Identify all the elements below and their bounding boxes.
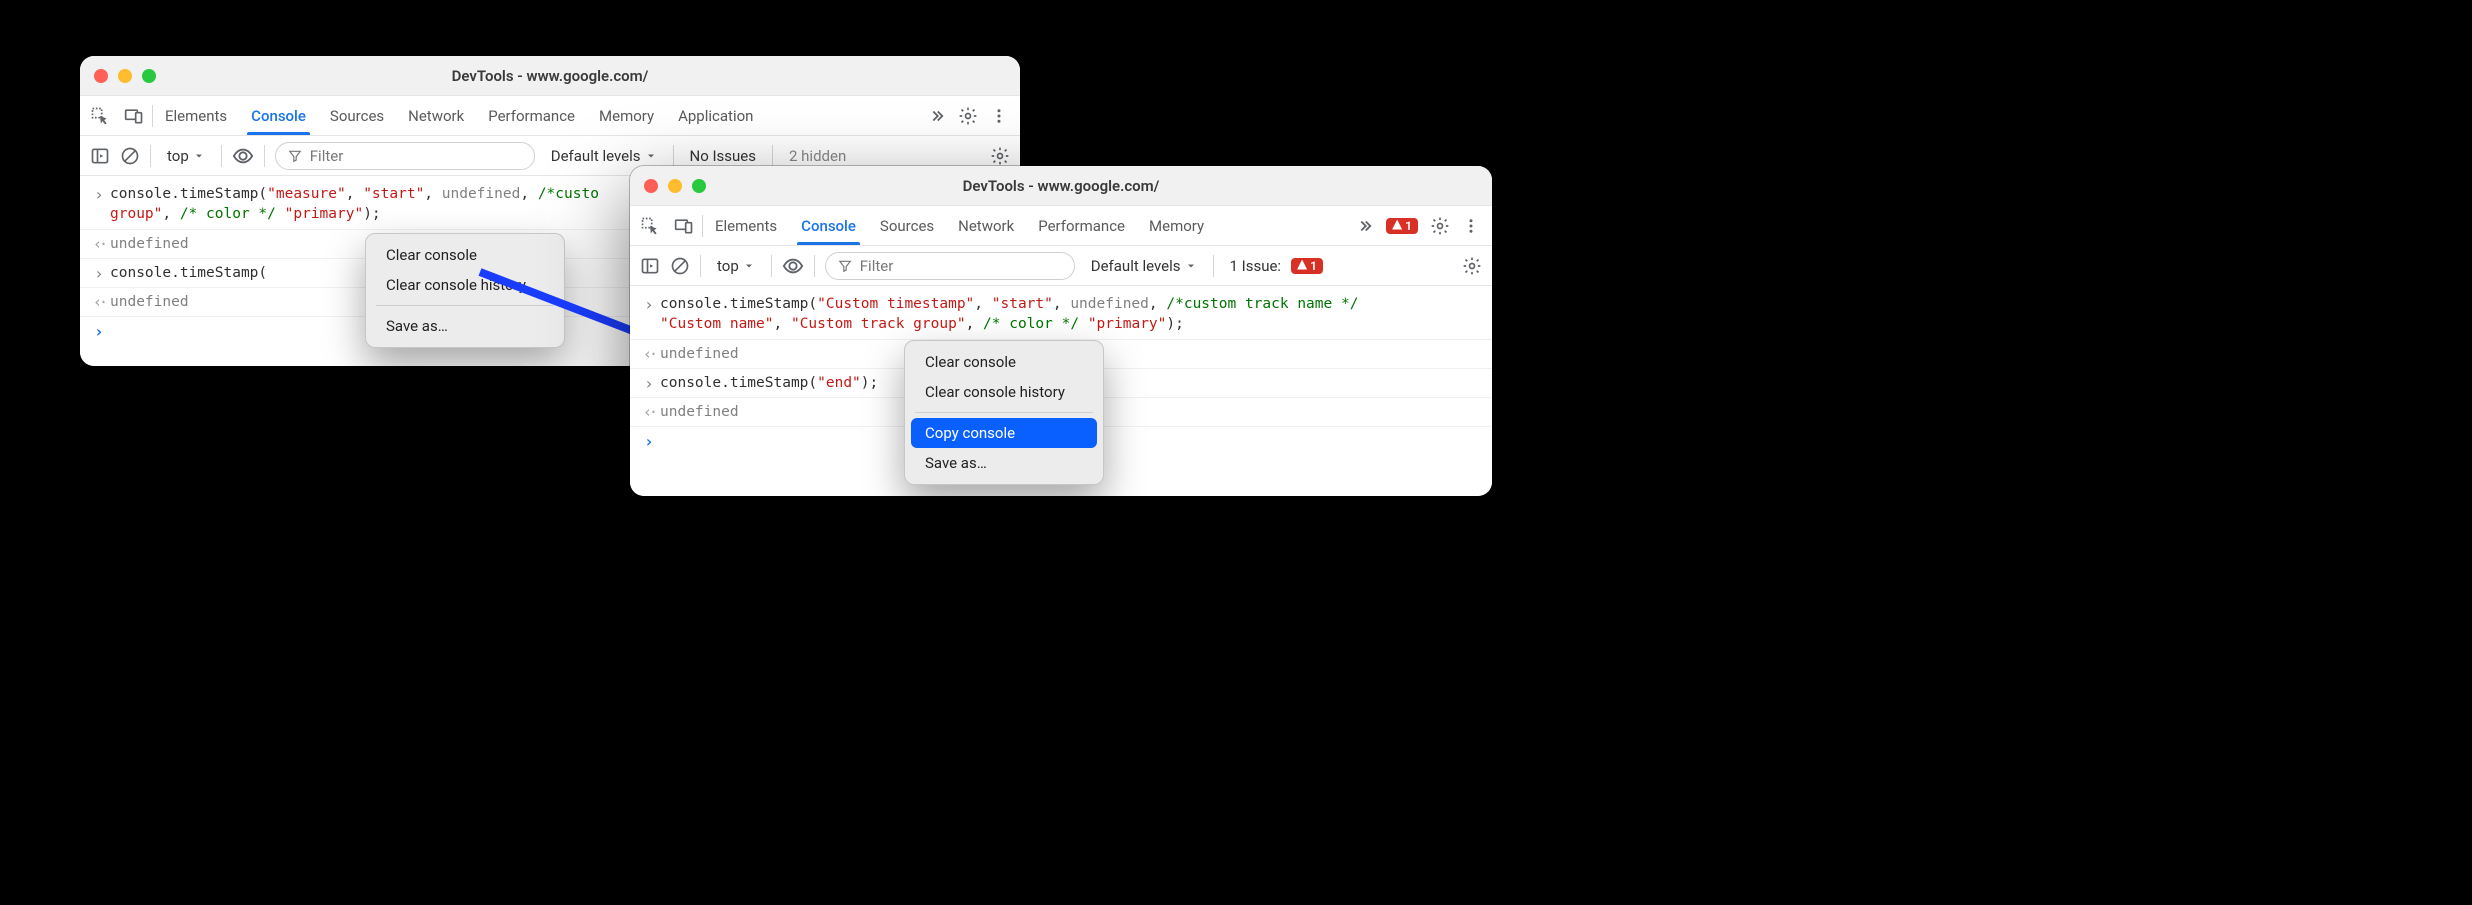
kebab-menu-icon[interactable] bbox=[1462, 217, 1480, 235]
console-input-row: console.timeStamp("Custom timestamp", "s… bbox=[630, 286, 1492, 339]
zoom-window-button[interactable] bbox=[692, 179, 706, 193]
close-window-button[interactable] bbox=[644, 179, 658, 193]
console-input-code: console.timeStamp("end"); bbox=[660, 373, 878, 393]
more-tabs-icon[interactable] bbox=[1356, 217, 1374, 235]
context-menu-copy-console[interactable]: Copy console bbox=[911, 418, 1097, 448]
traffic-lights[interactable] bbox=[644, 179, 706, 193]
separator bbox=[771, 255, 772, 277]
console-input-code: console.timeStamp("Custom timestamp", "s… bbox=[660, 294, 1358, 335]
titlebar: DevTools - www.google.com/ bbox=[630, 166, 1492, 206]
inspect-element-icon[interactable] bbox=[640, 216, 660, 236]
toggle-sidebar-icon[interactable] bbox=[640, 256, 660, 276]
separator bbox=[1213, 255, 1214, 277]
error-count-badge[interactable]: 1 bbox=[1386, 218, 1418, 234]
separator bbox=[700, 255, 701, 277]
input-marker-icon bbox=[638, 294, 660, 314]
return-value: undefined bbox=[660, 402, 739, 422]
chevron-down-icon bbox=[1185, 260, 1197, 272]
filter-placeholder: Filter bbox=[860, 257, 894, 275]
issues-label: 1 Issue: bbox=[1230, 257, 1282, 275]
chevron-down-icon bbox=[743, 260, 755, 272]
context-label: top bbox=[717, 257, 739, 275]
funnel-icon bbox=[838, 259, 852, 273]
prompt-marker-icon bbox=[638, 431, 660, 451]
panel-tabs: Elements Console Sources Network Perform… bbox=[630, 206, 1492, 246]
filter-input[interactable]: Filter bbox=[825, 252, 1075, 280]
console-settings-icon[interactable] bbox=[1462, 256, 1482, 276]
issues-button[interactable]: 1 Issue: 1 bbox=[1224, 255, 1329, 277]
execution-context-dropdown[interactable]: top bbox=[711, 255, 761, 277]
issue-count-badge: 1 bbox=[1291, 258, 1323, 274]
levels-label: Default levels bbox=[1091, 257, 1181, 275]
window-title: DevTools - www.google.com/ bbox=[630, 177, 1492, 195]
tab-elements[interactable]: Elements bbox=[703, 206, 789, 245]
separator bbox=[814, 255, 815, 277]
log-levels-dropdown[interactable]: Default levels bbox=[1085, 255, 1203, 277]
return-value: undefined bbox=[660, 344, 739, 364]
tab-console[interactable]: Console bbox=[789, 206, 868, 245]
context-menu-divider bbox=[915, 412, 1093, 413]
live-expression-icon[interactable] bbox=[782, 255, 804, 277]
tab-memory[interactable]: Memory bbox=[1137, 206, 1216, 245]
clear-console-icon[interactable] bbox=[670, 256, 690, 276]
device-toolbar-icon[interactable] bbox=[674, 216, 694, 236]
minimize-window-button[interactable] bbox=[668, 179, 682, 193]
settings-icon[interactable] bbox=[1430, 216, 1450, 236]
input-marker-icon bbox=[638, 373, 660, 393]
tab-network[interactable]: Network bbox=[946, 206, 1026, 245]
context-menu-save-as[interactable]: Save as… bbox=[911, 448, 1097, 478]
console-toolbar: top Filter Default levels 1 Issue: 1 bbox=[630, 246, 1492, 286]
devtools-window-right: DevTools - www.google.com/ Elements Cons… bbox=[630, 166, 1492, 496]
context-menu-clear-history[interactable]: Clear console history bbox=[911, 377, 1097, 407]
context-menu-clear-console[interactable]: Clear console bbox=[911, 347, 1097, 377]
tab-performance[interactable]: Performance bbox=[1026, 206, 1137, 245]
context-menu[interactable]: Clear console Clear console history Copy… bbox=[904, 340, 1104, 485]
tab-sources[interactable]: Sources bbox=[868, 206, 946, 245]
output-marker-icon bbox=[638, 344, 660, 363]
output-marker-icon bbox=[638, 402, 660, 421]
